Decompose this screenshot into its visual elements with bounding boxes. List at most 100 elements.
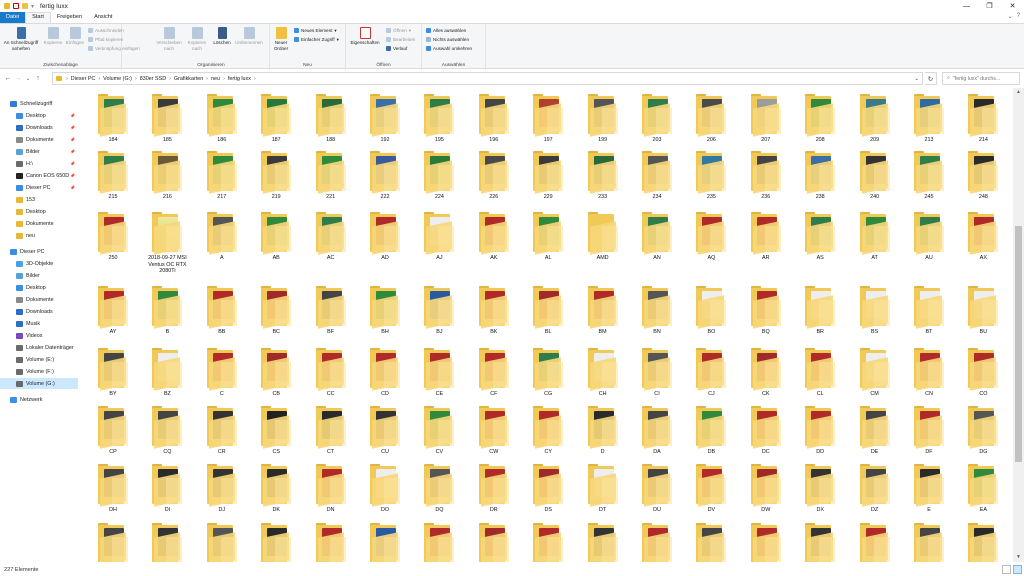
folder-item[interactable]: 192 [358, 91, 412, 149]
chevron-right-icon[interactable]: › [254, 76, 256, 82]
folder-item[interactable]: BO [684, 283, 738, 341]
folder-item[interactable]: BK [467, 283, 521, 341]
chevron-right-icon[interactable]: › [206, 76, 208, 82]
tab-view[interactable]: Ansicht [88, 12, 118, 23]
sidebar-item[interactable]: Dokumente 📌 [0, 134, 78, 145]
folder-item[interactable]: DO [358, 461, 412, 519]
sidebar-item[interactable]: Volume (F:) [0, 366, 78, 377]
folder-item[interactable]: AJ [412, 209, 466, 267]
folder-item[interactable]: 187 [249, 91, 303, 149]
folder-item[interactable] [412, 520, 466, 562]
sidebar-item[interactable]: 3D-Objekte [0, 258, 78, 269]
folder-item[interactable] [739, 520, 793, 562]
folder-item[interactable]: CL [793, 345, 847, 403]
folder-item[interactable]: A [195, 209, 249, 267]
address-bar[interactable]: › Dieser PC › Volume (G:) › 830er SSD › Grafik… [52, 72, 923, 85]
forward-button[interactable]: → [13, 75, 23, 82]
folder-item[interactable] [467, 520, 521, 562]
sidebar-item[interactable]: Lokaler Datenträger [0, 342, 78, 353]
folder-item[interactable]: 226 [467, 148, 521, 206]
new-folder-icon[interactable] [22, 3, 28, 9]
edit-button[interactable]: Bearbeiten [386, 36, 415, 43]
folder-item[interactable]: 196 [467, 91, 521, 149]
folder-item[interactable]: AN [630, 209, 684, 267]
folder-item[interactable]: D [576, 403, 630, 461]
folder-item[interactable]: EA [956, 461, 1010, 519]
folder-item[interactable]: CJ [684, 345, 738, 403]
folder-item[interactable]: 195 [412, 91, 466, 149]
folder-item[interactable]: DJ [195, 461, 249, 519]
properties-button[interactable]: Eigenschaften [348, 27, 382, 46]
folder-item[interactable]: AL [521, 209, 575, 267]
select-all-button[interactable]: Alles auswählen [426, 27, 466, 34]
folder-item[interactable]: 208 [793, 91, 847, 149]
folder-item[interactable] [195, 520, 249, 562]
folder-item[interactable]: CS [249, 403, 303, 461]
folder-item[interactable] [358, 520, 412, 562]
sidebar-item[interactable]: Musik [0, 318, 78, 329]
breadcrumb-segment[interactable]: fertig luxx [228, 76, 251, 82]
folder-item[interactable]: 221 [304, 148, 358, 206]
folder-item[interactable]: DA [630, 403, 684, 461]
folder-item[interactable]: C [195, 345, 249, 403]
folder-item[interactable] [576, 520, 630, 562]
folder-item[interactable] [956, 520, 1010, 562]
folder-item[interactable]: 214 [956, 91, 1010, 149]
sidebar-item[interactable]: Dokumente [0, 294, 78, 305]
folder-item[interactable]: DR [467, 461, 521, 519]
folder-item[interactable]: AMD [576, 209, 630, 267]
folder-item[interactable]: DG [956, 403, 1010, 461]
folder-item[interactable]: 216 [140, 148, 194, 206]
folder-item[interactable]: 238 [793, 148, 847, 206]
folder-item[interactable]: DN [304, 461, 358, 519]
folder-item[interactable]: AK [467, 209, 521, 267]
folder-item[interactable] [848, 520, 902, 562]
new-folder-button[interactable]: Neuer Ordner [270, 27, 292, 51]
sidebar-item[interactable]: Netzwerk [0, 394, 78, 405]
folder-item[interactable]: 236 [739, 148, 793, 206]
folder-item[interactable]: DC [739, 403, 793, 461]
chevron-right-icon[interactable]: › [135, 76, 137, 82]
folder-item[interactable]: BY [86, 345, 140, 403]
sidebar-item[interactable]: Desktop 📌 [0, 110, 78, 121]
folder-item[interactable]: DW [739, 461, 793, 519]
sidebar-item[interactable]: H:\ 📌 [0, 158, 78, 169]
sidebar-item[interactable]: Downloads 📌 [0, 122, 78, 133]
folder-item[interactable]: CQ [140, 403, 194, 461]
folder-item[interactable]: 199 [576, 91, 630, 149]
folder-item[interactable]: 2018-09-27 MSI Ventus OC RTX 2080Ti [140, 209, 194, 274]
folder-item[interactable]: 219 [249, 148, 303, 206]
folder-item[interactable]: CP [86, 403, 140, 461]
folder-item[interactable] [249, 520, 303, 562]
sidebar-item[interactable]: 153 [0, 194, 78, 205]
folder-item[interactable]: CK [739, 345, 793, 403]
folder-item[interactable]: B [140, 283, 194, 341]
folder-item[interactable]: CO [956, 345, 1010, 403]
folder-item[interactable] [630, 520, 684, 562]
sidebar-item[interactable]: Bilder 📌 [0, 146, 78, 157]
folder-item[interactable]: 235 [684, 148, 738, 206]
folder-item[interactable]: BZ [140, 345, 194, 403]
invert-selection-button[interactable]: Auswahl umkehren [426, 45, 472, 52]
folder-item[interactable]: 234 [630, 148, 684, 206]
folder-item[interactable]: CC [304, 345, 358, 403]
chevron-right-icon[interactable]: › [98, 76, 100, 82]
chevron-right-icon[interactable]: › [169, 76, 171, 82]
folder-item[interactable]: AS [793, 209, 847, 267]
cut-button[interactable]: Ausschneiden [88, 27, 124, 34]
folder-item[interactable]: DV [684, 461, 738, 519]
folder-item[interactable]: 248 [956, 148, 1010, 206]
sidebar-item[interactable]: Desktop [0, 206, 78, 217]
folder-item[interactable]: 207 [739, 91, 793, 149]
help-icon[interactable]: ? [1017, 13, 1020, 20]
scroll-up-arrow[interactable]: ▲ [1013, 88, 1024, 97]
folder-item[interactable]: CD [358, 345, 412, 403]
folder-item[interactable]: AD [358, 209, 412, 267]
folder-item[interactable]: CG [521, 345, 575, 403]
folder-item[interactable]: 213 [902, 91, 956, 149]
paste-button[interactable]: Einfügen [64, 27, 86, 46]
folder-item[interactable]: 206 [684, 91, 738, 149]
folder-item[interactable]: CB [249, 345, 303, 403]
folder-item[interactable]: BR [793, 283, 847, 341]
copy-button[interactable]: Kopieren [42, 27, 64, 46]
